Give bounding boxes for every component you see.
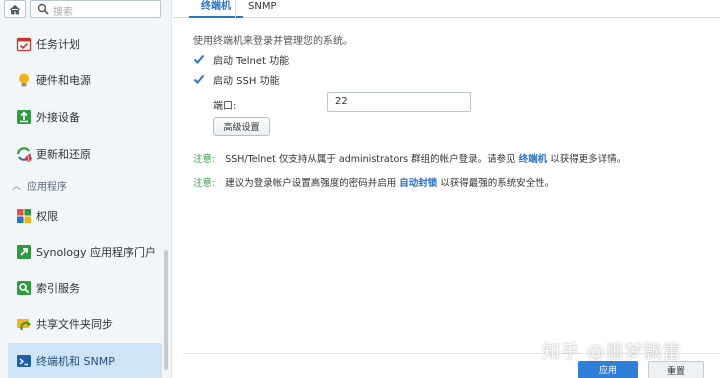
tab-snmp[interactable]: SNMP <box>235 0 289 18</box>
main-panel: 终端机 SNMP 使用终端机来登录并管理您的系统。 启动 Telnet 功能 启… <box>173 0 720 378</box>
sidebar-item-label: 更新和还原 <box>36 148 91 161</box>
tab-bar: 终端机 SNMP <box>173 0 720 18</box>
sidebar: 搜索 任务计划 硬件和电源 外接设备 1 更新和还原 ︿ 应用程序 权限 Syn… <box>0 0 172 378</box>
indexing-service-icon <box>17 281 31 295</box>
sidebar-item-privileges[interactable]: 权限 <box>0 198 164 234</box>
sidebar-item-external-devices[interactable]: 外接设备 <box>0 99 164 135</box>
watermark: 知乎 @噩梦飘雷 <box>542 342 682 363</box>
ssh-option: 启动 SSH 功能 <box>193 71 280 87</box>
sidebar-scrollbar[interactable] <box>164 250 168 370</box>
note-text: SSH/Telnet 仅支持从属于 administrators 群组的帐户登录… <box>225 154 516 165</box>
auto-block-link[interactable]: 自动封锁 <box>399 178 437 189</box>
note-text-tail: 以获得最强的系统安全性。 <box>440 178 555 189</box>
shared-folder-sync-icon <box>17 319 31 331</box>
application-portal-icon <box>17 245 31 259</box>
home-button[interactable] <box>4 0 26 18</box>
search-icon <box>37 3 49 15</box>
search-input[interactable]: 搜索 <box>30 0 161 18</box>
terminal-help-link[interactable]: 终端机 <box>519 154 548 165</box>
section-description: 使用终端机来登录并管理您的系统。 <box>193 36 353 47</box>
note-text-tail: 以获得更多详情。 <box>550 154 627 165</box>
home-icon <box>9 4 21 14</box>
privileges-icon <box>17 209 31 223</box>
terminal-snmp-icon <box>17 355 31 367</box>
telnet-option: 启动 Telnet 功能 <box>193 51 289 67</box>
sidebar-item-label: 索引服务 <box>36 282 80 295</box>
sidebar-item-label: 任务计划 <box>36 38 80 51</box>
sidebar-item-label: Synology 应用程序门户 <box>36 246 156 259</box>
ssh-checkbox[interactable] <box>193 73 205 85</box>
ssh-label: 启动 SSH 功能 <box>213 75 280 87</box>
sidebar-item-label: 硬件和电源 <box>36 74 91 87</box>
port-label: 端口: <box>213 101 237 112</box>
sidebar-item-application-portal[interactable]: Synology 应用程序门户 <box>0 234 164 270</box>
sidebar-item-update-restore[interactable]: 1 更新和还原 <box>0 136 164 172</box>
chevron-up-icon: ︿ <box>12 181 22 192</box>
sidebar-item-task-scheduler[interactable]: 任务计划 <box>0 26 164 62</box>
sidebar-item-label: 权限 <box>36 210 58 223</box>
sidebar-item-label: 共享文件夹同步 <box>36 318 113 331</box>
note-text: 建议为登录帐户设置高强度的密码并启用 <box>225 178 397 189</box>
port-input[interactable]: 22 <box>327 92 471 112</box>
sidebar-group-label: 应用程序 <box>27 181 68 193</box>
telnet-label: 启动 Telnet 功能 <box>213 55 290 67</box>
task-scheduler-icon <box>16 37 32 52</box>
sidebar-toolbar: 搜索 <box>0 0 171 22</box>
note-label: 注意: <box>193 178 216 189</box>
note-security: 注意: 建议为登录帐户设置高强度的密码并启用 自动封锁 以获得最强的系统安全性。 <box>193 175 554 189</box>
sidebar-item-indexing-service[interactable]: 索引服务 <box>0 270 164 306</box>
update-restore-icon: 1 <box>16 147 32 162</box>
sidebar-item-hardware-power[interactable]: 硬件和电源 <box>0 62 164 98</box>
note-label: 注意: <box>193 154 216 165</box>
sidebar-group-applications[interactable]: ︿ 应用程序 <box>12 177 67 193</box>
sidebar-item-label: 外接设备 <box>36 111 80 124</box>
sidebar-item-terminal-snmp[interactable]: 终端机和 SNMP <box>8 343 162 378</box>
telnet-checkbox[interactable] <box>193 53 205 65</box>
sidebar-item-label: 终端机和 SNMP <box>36 355 115 368</box>
sidebar-item-shared-folder-sync[interactable]: 共享文件夹同步 <box>0 306 164 342</box>
advanced-settings-button[interactable]: 高级设置 <box>213 117 270 136</box>
svg-text:1: 1 <box>27 156 30 162</box>
search-placeholder: 搜索 <box>53 7 73 18</box>
external-devices-icon <box>17 110 31 124</box>
hardware-power-icon <box>19 73 29 87</box>
note-ssh-telnet: 注意: SSH/Telnet 仅支持从属于 administrators 群组的帐… <box>193 151 626 165</box>
